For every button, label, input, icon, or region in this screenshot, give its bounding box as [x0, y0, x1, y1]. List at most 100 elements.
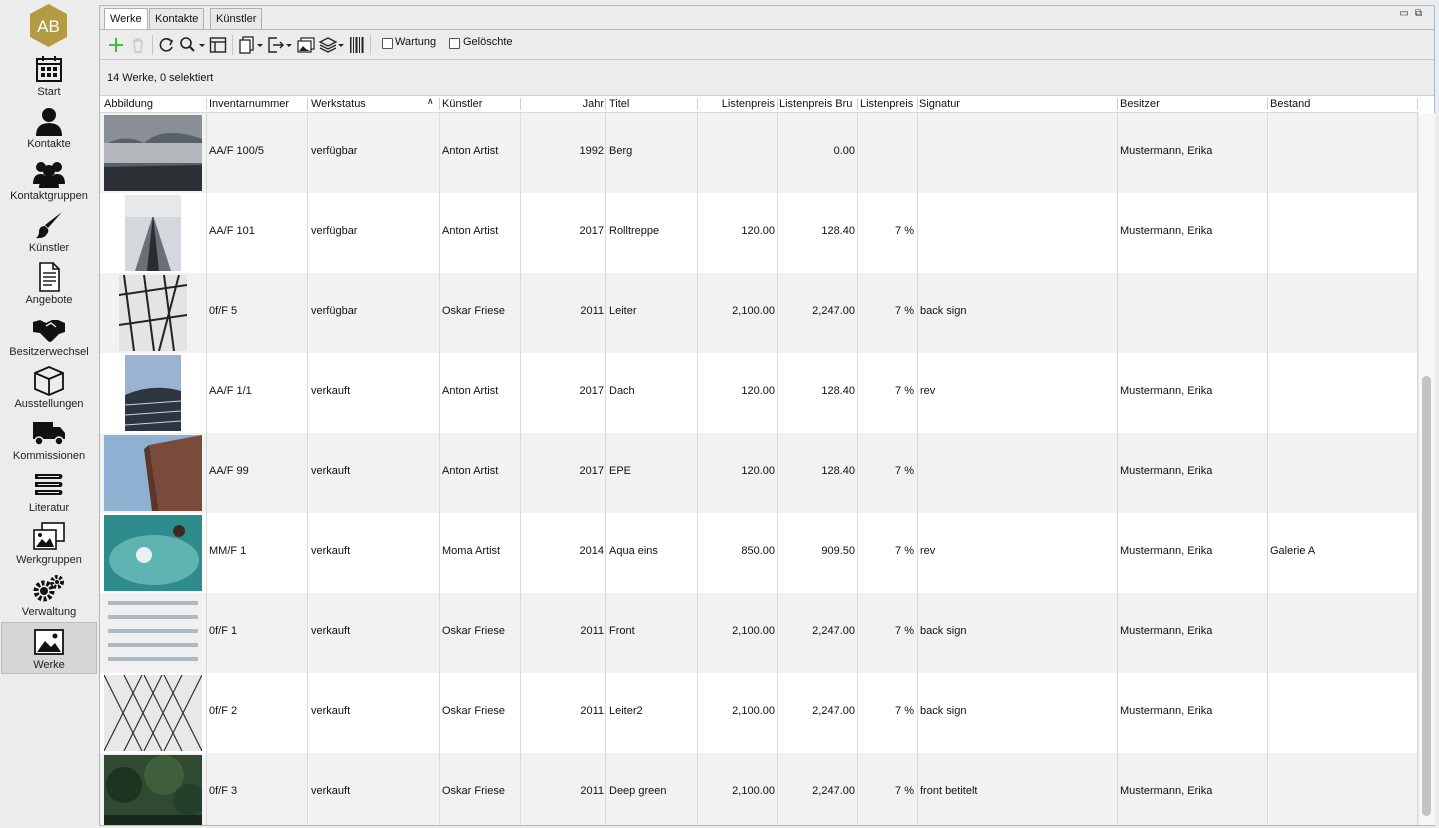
- column-header[interactable]: Künstler: [442, 98, 520, 110]
- layout-icon[interactable]: [209, 36, 227, 54]
- sidebar-item-kommissionen[interactable]: Kommissionen: [1, 418, 97, 470]
- sort-ascending-icon[interactable]: ∧: [427, 96, 434, 107]
- scrollbar-thumb[interactable]: [1422, 376, 1431, 816]
- column-header[interactable]: Besitzer: [1120, 98, 1266, 110]
- column-header[interactable]: Inventarnummer: [209, 98, 305, 110]
- column-header[interactable]: Listenpreis: [697, 98, 775, 110]
- column-divider[interactable]: [917, 98, 918, 110]
- column-divider[interactable]: [857, 98, 858, 110]
- trash-icon[interactable]: [130, 36, 146, 54]
- app-logo[interactable]: AB: [26, 3, 71, 48]
- column-divider[interactable]: [1117, 98, 1118, 110]
- table-cell: Dach: [609, 385, 635, 397]
- barcode-icon[interactable]: [349, 36, 365, 54]
- column-divider[interactable]: [520, 98, 521, 110]
- sidebar-item-werkgruppen[interactable]: Werkgruppen: [1, 522, 97, 574]
- artwork-thumbnail[interactable]: [125, 195, 181, 271]
- table-cell: Mustermann, Erika: [1120, 465, 1213, 477]
- column-gridline: [857, 113, 858, 825]
- column-divider[interactable]: [439, 98, 440, 110]
- search-icon[interactable]: [178, 36, 206, 54]
- sidebar-item-label: Start: [37, 86, 61, 98]
- restore-icon[interactable]: ⧉: [1415, 8, 1428, 19]
- column-gridline: [520, 113, 521, 825]
- table-row[interactable]: 0f/F 2 verkauft Oskar Friese 2011 Leiter2 2,1…: [100, 673, 1418, 753]
- artwork-thumbnail[interactable]: [125, 355, 181, 431]
- table-cell: verkauft: [311, 705, 351, 717]
- wartung-checkbox[interactable]: [382, 38, 393, 49]
- layers-icon[interactable]: [319, 36, 345, 54]
- table-row[interactable]: MM/F 1 verkauft Moma Artist 2014 Aqua eins 85…: [100, 513, 1418, 593]
- table-row[interactable]: AA/F 100/5 verfügbar Anton Artist 1992 Berg 0…: [100, 113, 1418, 193]
- sidebar-item-kontakte[interactable]: Kontakte: [1, 106, 97, 158]
- column-header[interactable]: Abbildung: [104, 98, 204, 110]
- selection-status: 14 Werke, 0 selektiert: [107, 72, 214, 84]
- column-divider[interactable]: [206, 98, 207, 110]
- column-divider[interactable]: [777, 98, 778, 110]
- image-gallery-icon[interactable]: [297, 36, 315, 54]
- column-divider[interactable]: [307, 98, 308, 110]
- column-header[interactable]: Signatur: [919, 98, 1115, 110]
- table-cell: AA/F 100/5: [209, 145, 265, 157]
- tab-kuenstler[interactable]: Künstler: [210, 8, 263, 29]
- table-cell: AA/F 99: [209, 465, 249, 477]
- artwork-thumbnail[interactable]: [104, 755, 202, 825]
- artwork-thumbnail[interactable]: [119, 275, 187, 351]
- tab-kontakte[interactable]: Kontakte: [149, 8, 205, 29]
- artwork-thumbnail[interactable]: [104, 435, 202, 511]
- sidebar-item-besitzerwechsel[interactable]: Besitzerwechsel: [1, 314, 97, 366]
- table-row[interactable]: 0f/F 1 verkauft Oskar Friese 2011 Front 2,100…: [100, 593, 1418, 673]
- table-cell: 120.00: [741, 465, 775, 477]
- artwork-thumbnail[interactable]: [104, 115, 202, 191]
- table-row[interactable]: 0f/F 3 verkauft Oskar Friese 2011 Deep green…: [100, 753, 1418, 825]
- table-cell: 2,100.00: [732, 625, 775, 637]
- column-header[interactable]: Jahr: [520, 98, 604, 110]
- column-divider[interactable]: [697, 98, 698, 110]
- tab-werke[interactable]: Werke: [104, 8, 148, 29]
- geloeschte-checkbox[interactable]: [449, 38, 460, 49]
- geloeschte-label: Gelöschte: [463, 36, 513, 48]
- sidebar-item-werke[interactable]: Werke: [1, 622, 97, 674]
- vertical-scrollbar[interactable]: [1418, 113, 1435, 825]
- column-header[interactable]: Bestand: [1270, 98, 1416, 110]
- refresh-icon[interactable]: [157, 36, 175, 54]
- artwork-thumbnail[interactable]: [104, 515, 202, 591]
- table-row[interactable]: AA/F 1/1 verkauft Anton Artist 2017 Dach 120.…: [100, 353, 1418, 433]
- table-cell: Mustermann, Erika: [1120, 705, 1213, 717]
- truck-icon: [33, 422, 65, 446]
- column-header[interactable]: Listenpreis: [860, 98, 915, 110]
- table-cell: 2011: [580, 625, 604, 637]
- sidebar-item-label: Künstler: [28, 242, 70, 254]
- column-header[interactable]: Listenpreis Bru: [779, 98, 856, 110]
- column-header[interactable]: Titel: [609, 98, 697, 110]
- table-body: AA/F 100/5 verfügbar Anton Artist 1992 Berg 0…: [100, 113, 1418, 825]
- table-cell: 0f/F 1: [209, 625, 238, 637]
- artwork-thumbnail[interactable]: [104, 595, 202, 671]
- sidebar-item-angebote[interactable]: Angebote: [1, 262, 97, 314]
- table-row[interactable]: AA/F 99 verkauft Anton Artist 2017 EPE 120.00…: [100, 433, 1418, 513]
- sidebar-item-verwaltung[interactable]: Verwaltung: [1, 574, 97, 626]
- sidebar-item-kontaktgruppen[interactable]: Kontaktgruppen: [1, 158, 97, 210]
- table-cell: 7 %: [895, 625, 914, 637]
- column-divider[interactable]: [605, 98, 606, 110]
- sidebar-item-label: Werke: [33, 659, 65, 671]
- sidebar-item-ausstellungen[interactable]: Ausstellungen: [1, 366, 97, 418]
- minimize-icon[interactable]: ▭: [1399, 8, 1414, 19]
- add-icon[interactable]: [108, 36, 124, 54]
- table-row[interactable]: AA/F 101 verfügbar Anton Artist 2017 Rolltre…: [100, 193, 1418, 273]
- column-divider[interactable]: [1417, 98, 1418, 110]
- table-row[interactable]: 0f/F 5 verfügbar Oskar Friese 2011 Leiter 2,1…: [100, 273, 1418, 353]
- table-cell: Leiter: [609, 305, 637, 317]
- export-icon[interactable]: [267, 36, 293, 54]
- sidebar-item-label: Kommissionen: [12, 450, 86, 462]
- toolbar-separator: [232, 35, 233, 55]
- artwork-thumbnail[interactable]: [104, 675, 202, 751]
- sidebar-item-kuenstler[interactable]: Künstler: [1, 210, 97, 262]
- table-cell: Mustermann, Erika: [1120, 785, 1213, 797]
- sidebar-item-start[interactable]: Start: [1, 54, 97, 106]
- copy-icon[interactable]: [238, 36, 264, 54]
- column-divider[interactable]: [1267, 98, 1268, 110]
- column-header[interactable]: Werkstatus: [311, 98, 431, 110]
- sidebar-item-literatur[interactable]: Literatur: [1, 470, 97, 522]
- table-cell: 850.00: [741, 545, 775, 557]
